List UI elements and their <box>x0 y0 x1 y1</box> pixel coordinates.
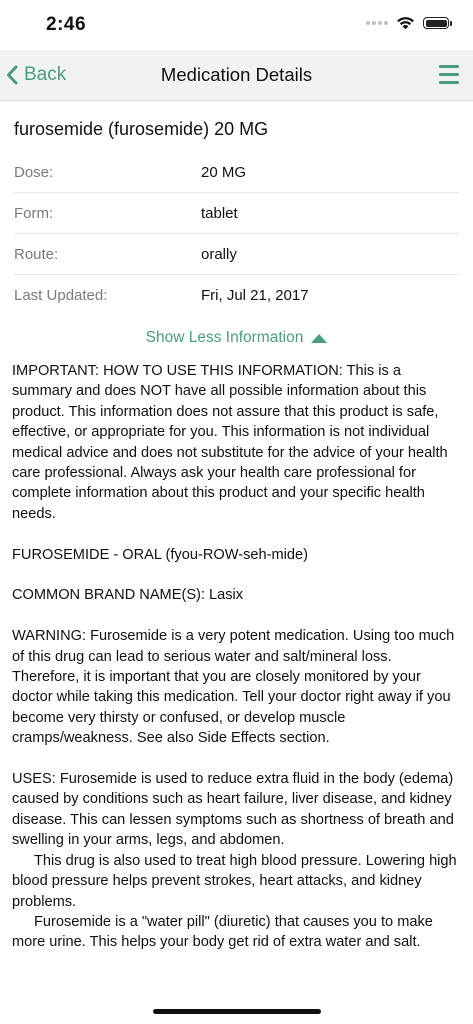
wifi-icon <box>397 17 414 30</box>
detail-row-last-updated: Last Updated: Fri, Jul 21, 2017 <box>14 275 459 315</box>
back-button[interactable]: Back <box>6 50 66 100</box>
detail-value: Fri, Jul 21, 2017 <box>201 286 309 304</box>
detail-list: Dose: 20 MG Form: tablet Route: orally L… <box>14 152 459 315</box>
detail-label: Last Updated: <box>14 286 108 304</box>
battery-fill <box>425 19 447 27</box>
chevron-left-icon <box>7 65 18 85</box>
home-indicator[interactable] <box>153 1009 321 1014</box>
page-title: Medication Details <box>160 64 313 85</box>
show-less-information-button[interactable]: Show Less Information <box>0 329 473 347</box>
detail-row-dose: Dose: 20 MG <box>14 152 459 193</box>
detail-value: 20 MG <box>201 163 247 181</box>
detail-row-route: Route: orally <box>14 234 459 275</box>
navigation-bar: Back Medication Details <box>0 50 473 101</box>
detail-label: Dose: <box>14 163 54 181</box>
medication-summary: furosemide (furosemide) 20 MG Dose: 20 M… <box>0 119 473 315</box>
battery-icon <box>423 17 452 29</box>
detail-value: tablet <box>201 204 238 222</box>
show-less-information-label: Show Less Information <box>145 329 304 346</box>
back-button-label: Back <box>24 64 67 85</box>
info-paragraph-uses-blood-pressure: This drug is also used to treat high blo… <box>12 852 457 910</box>
medication-information: IMPORTANT: HOW TO USE THIS INFORMATION: … <box>0 361 473 953</box>
status-bar: 2:46 <box>0 0 473 50</box>
detail-label: Route: <box>14 245 59 263</box>
detail-row-form: Form: tablet <box>14 193 459 234</box>
status-icons <box>366 16 452 30</box>
info-paragraph-important: IMPORTANT: HOW TO USE THIS INFORMATION: … <box>12 363 448 522</box>
detail-label: Form: <box>14 204 54 222</box>
hamburger-menu-icon[interactable] <box>439 65 459 84</box>
triangle-up-icon <box>311 333 328 343</box>
info-paragraph-warning: WARNING: Furosemide is a very potent med… <box>12 628 455 747</box>
cellular-signal-icon <box>366 21 388 25</box>
info-paragraph-uses: USES: Furosemide is used to reduce extra… <box>12 771 454 849</box>
info-paragraph-drug-name: FUROSEMIDE - ORAL (fyou-ROW-seh-mide) <box>12 546 308 563</box>
status-time: 2:46 <box>46 14 87 35</box>
medication-title: furosemide (furosemide) 20 MG <box>14 119 269 139</box>
detail-value: orally <box>201 245 237 263</box>
info-paragraph-uses-diuretic: Furosemide is a "water pill" (diuretic) … <box>12 913 433 951</box>
info-paragraph-brand-names: COMMON BRAND NAME(S): Lasix <box>12 587 244 604</box>
